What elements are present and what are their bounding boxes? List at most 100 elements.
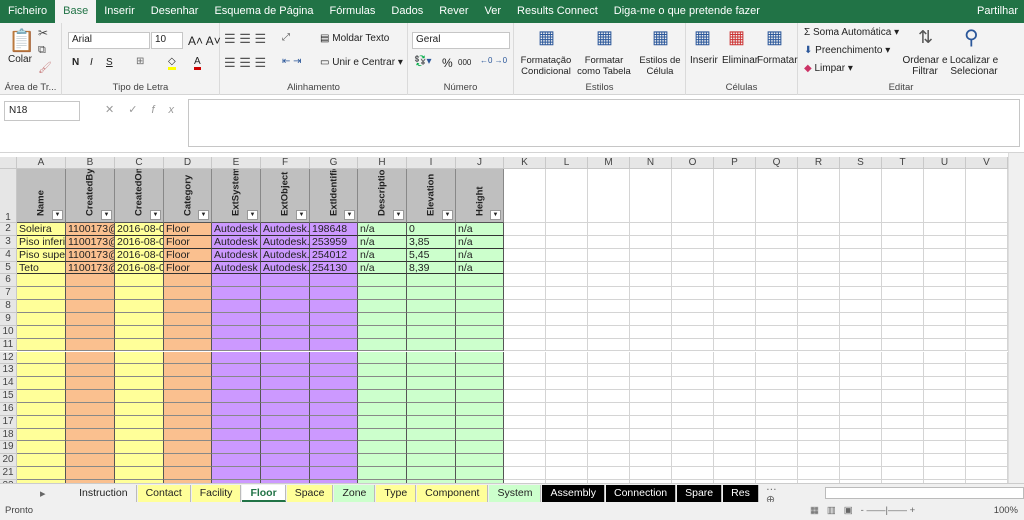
cell-V3[interactable] bbox=[966, 235, 1008, 249]
cell-G12[interactable] bbox=[310, 351, 358, 365]
cell-A19[interactable] bbox=[17, 441, 66, 455]
cell-H15[interactable] bbox=[358, 390, 407, 403]
underline-button[interactable]: S bbox=[106, 57, 113, 68]
menu-ver[interactable]: Ver bbox=[477, 0, 510, 23]
sort-filter-button[interactable]: Ordenar e Filtrar bbox=[902, 55, 948, 77]
horizontal-align-icons[interactable]: ☰ ☰ ☰ bbox=[224, 55, 266, 71]
cell-J15[interactable] bbox=[456, 390, 504, 403]
cell-K5[interactable] bbox=[504, 261, 546, 275]
cell-N21[interactable] bbox=[630, 467, 672, 480]
cell-H19[interactable] bbox=[358, 441, 407, 455]
cell-O1[interactable] bbox=[672, 169, 714, 223]
row-header-5[interactable]: 5 bbox=[0, 261, 17, 275]
name-box[interactable]: N18 bbox=[4, 101, 80, 121]
cell-H12[interactable] bbox=[358, 351, 407, 365]
cell-P4[interactable] bbox=[714, 248, 756, 262]
cell-F19[interactable] bbox=[261, 441, 310, 455]
cell-P14[interactable] bbox=[714, 377, 756, 391]
cell-U13[interactable] bbox=[924, 364, 966, 378]
cell-Q20[interactable] bbox=[756, 454, 798, 468]
cell-R21[interactable] bbox=[798, 467, 840, 480]
cell-E19[interactable] bbox=[212, 441, 261, 455]
cell-F9[interactable] bbox=[261, 312, 310, 326]
cell-D13[interactable] bbox=[164, 364, 212, 378]
cell-E20[interactable] bbox=[212, 454, 261, 468]
cell-V11[interactable] bbox=[966, 338, 1008, 352]
menu-ficheiro[interactable]: Ficheiro bbox=[0, 0, 55, 23]
share-button[interactable]: Partilhar bbox=[969, 0, 1024, 23]
cell-I9[interactable] bbox=[407, 312, 456, 326]
cell-K21[interactable] bbox=[504, 467, 546, 480]
cell-C16[interactable] bbox=[115, 402, 164, 416]
cell-G21[interactable] bbox=[310, 467, 358, 480]
cell-J16[interactable] bbox=[456, 402, 504, 416]
cell-M3[interactable] bbox=[588, 235, 630, 249]
row-header-3[interactable]: 3 bbox=[0, 235, 17, 249]
cell-D4[interactable]: Floor bbox=[164, 248, 212, 262]
cell-A11[interactable] bbox=[17, 338, 66, 352]
cell-O7[interactable] bbox=[672, 287, 714, 301]
row-header-8[interactable]: 8 bbox=[0, 300, 17, 313]
cell-F16[interactable] bbox=[261, 402, 310, 416]
cell-K11[interactable] bbox=[504, 338, 546, 352]
cell-E8[interactable] bbox=[212, 300, 261, 313]
cell-P2[interactable] bbox=[714, 223, 756, 236]
cell-Q13[interactable] bbox=[756, 364, 798, 378]
cell-K12[interactable] bbox=[504, 351, 546, 365]
cell-V16[interactable] bbox=[966, 402, 1008, 416]
cell-R6[interactable] bbox=[798, 274, 840, 288]
cell-K18[interactable] bbox=[504, 428, 546, 442]
cell-A5[interactable]: Teto bbox=[17, 261, 66, 275]
column-header-H[interactable]: H bbox=[358, 157, 407, 169]
insert-cells-icon[interactable]: ▦ bbox=[694, 27, 711, 48]
cell-T13[interactable] bbox=[882, 364, 924, 378]
cell-B10[interactable] bbox=[66, 325, 115, 339]
cell-N14[interactable] bbox=[630, 377, 672, 391]
row-header-12[interactable]: 12 bbox=[0, 351, 17, 365]
format-cells-icon[interactable]: ▦ bbox=[766, 27, 783, 48]
sheet-tab-zone[interactable]: Zone bbox=[334, 484, 376, 502]
column-header-J[interactable]: J bbox=[456, 157, 504, 169]
cell-K9[interactable] bbox=[504, 312, 546, 326]
cell-A21[interactable] bbox=[17, 467, 66, 480]
cell-B3[interactable]: 1100173@ bbox=[66, 235, 115, 249]
cell-V20[interactable] bbox=[966, 454, 1008, 468]
cell-H8[interactable] bbox=[358, 300, 407, 313]
filter-dropdown-icon[interactable]: ▼ bbox=[490, 210, 501, 220]
cell-Q15[interactable] bbox=[756, 390, 798, 403]
cell-I13[interactable] bbox=[407, 364, 456, 378]
cell-B19[interactable] bbox=[66, 441, 115, 455]
cell-M12[interactable] bbox=[588, 351, 630, 365]
format-cells-button[interactable]: Formatar bbox=[757, 55, 798, 66]
cell-M21[interactable] bbox=[588, 467, 630, 480]
row-header-13[interactable]: 13 bbox=[0, 364, 17, 378]
cell-M15[interactable] bbox=[588, 390, 630, 403]
cell-E13[interactable] bbox=[212, 364, 261, 378]
sheet-tab-instruction[interactable]: Instruction bbox=[71, 484, 137, 502]
column-header-D[interactable]: D bbox=[164, 157, 212, 169]
cell-L14[interactable] bbox=[546, 377, 588, 391]
cell-C9[interactable] bbox=[115, 312, 164, 326]
cell-V2[interactable] bbox=[966, 223, 1008, 236]
cell-H14[interactable] bbox=[358, 377, 407, 391]
font-name-select[interactable]: Arial bbox=[68, 32, 150, 49]
cell-E18[interactable] bbox=[212, 428, 261, 442]
cell-N4[interactable] bbox=[630, 248, 672, 262]
cell-A7[interactable] bbox=[17, 287, 66, 301]
cell-U18[interactable] bbox=[924, 428, 966, 442]
cell-D11[interactable] bbox=[164, 338, 212, 352]
cell-A15[interactable] bbox=[17, 390, 66, 403]
filter-dropdown-icon[interactable]: ▼ bbox=[296, 210, 307, 220]
cell-K7[interactable] bbox=[504, 287, 546, 301]
sheet-tab-floor[interactable]: Floor bbox=[242, 484, 286, 502]
cell-D20[interactable] bbox=[164, 454, 212, 468]
filter-dropdown-icon[interactable]: ▼ bbox=[344, 210, 355, 220]
cell-H3[interactable]: n/a bbox=[358, 235, 407, 249]
cell-M10[interactable] bbox=[588, 325, 630, 339]
cell-J6[interactable] bbox=[456, 274, 504, 288]
cell-L9[interactable] bbox=[546, 312, 588, 326]
cell-U19[interactable] bbox=[924, 441, 966, 455]
cell-K3[interactable] bbox=[504, 235, 546, 249]
cell-B13[interactable] bbox=[66, 364, 115, 378]
vertical-align-icons[interactable]: ☰ ☰ ☰ bbox=[224, 31, 266, 47]
